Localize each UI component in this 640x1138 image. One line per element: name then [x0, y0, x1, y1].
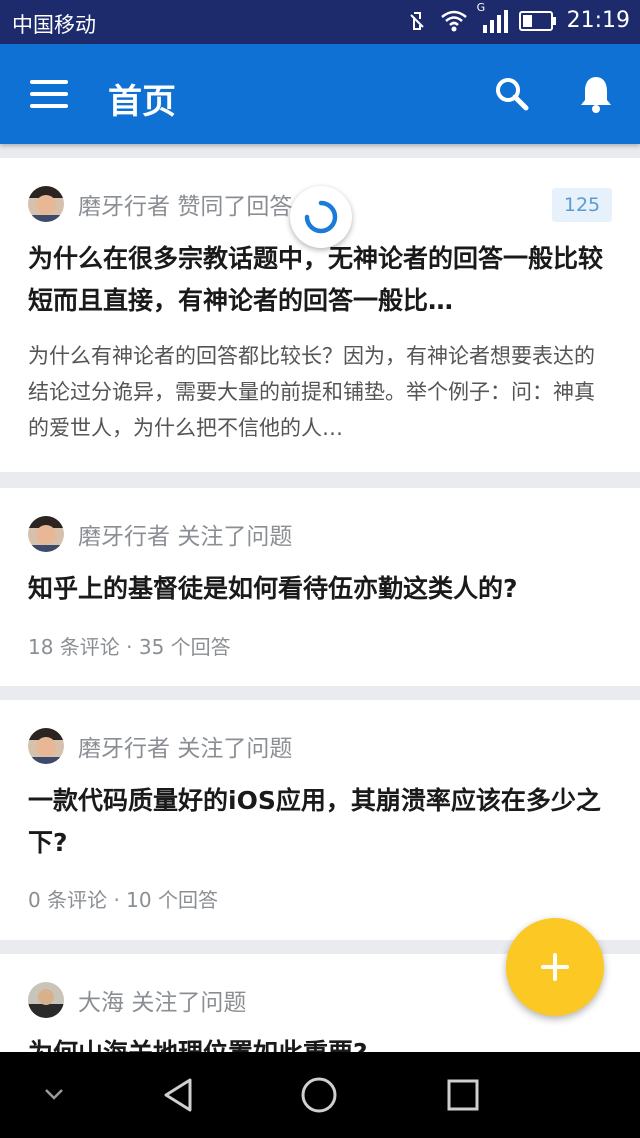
user-name[interactable]: 大海	[78, 990, 124, 1016]
activity-action: 关注了问题	[177, 736, 293, 762]
search-icon[interactable]	[494, 76, 530, 112]
activity-action: 关注了问题	[177, 524, 293, 550]
wifi-icon	[440, 10, 467, 31]
clock: 21:19	[566, 8, 630, 33]
compose-fab[interactable]	[506, 918, 604, 1016]
status-icons: G 21:19	[405, 1, 630, 33]
spinner-icon	[304, 200, 338, 234]
activity-text: 磨牙行者 关注了问题	[78, 517, 292, 551]
question-meta: 0 条评论 · 10 个回答	[28, 888, 218, 912]
back-triangle-icon[interactable]	[160, 1076, 196, 1114]
menu-icon[interactable]	[30, 80, 68, 108]
bell-icon[interactable]	[578, 74, 614, 114]
battery-icon	[518, 10, 556, 31]
avatar[interactable]	[28, 186, 64, 222]
user-name[interactable]: 磨牙行者	[78, 736, 170, 762]
activity-action: 关注了问题	[131, 990, 247, 1016]
plus-icon	[541, 953, 569, 981]
avatar[interactable]	[28, 516, 64, 552]
refresh-spinner	[290, 186, 352, 248]
vote-count-badge: 125	[552, 188, 612, 222]
question-title[interactable]: 一款代码质量好的iOS应用，其崩溃率应该在多少之下?	[28, 780, 612, 864]
question-meta: 18 条评论 · 35 个回答	[28, 635, 231, 659]
answer-excerpt[interactable]: 为什么有神论者的回答都比较长？因为，有神论者想要表达的结论过分诡异，需要大量的前…	[28, 338, 612, 446]
chevron-down-icon[interactable]	[40, 1084, 68, 1104]
activity-text: 磨牙行者 关注了问题	[78, 729, 292, 763]
user-name[interactable]: 磨牙行者	[78, 194, 170, 220]
recents-square-icon[interactable]	[446, 1078, 480, 1112]
question-title[interactable]: 为何山海关地理位置如此重要?	[28, 1032, 612, 1052]
question-title[interactable]: 知乎上的基督徒是如何看待伍亦勤这类人的?	[28, 568, 612, 610]
feed-card[interactable]: 磨牙行者 关注了问题 一款代码质量好的iOS应用，其崩溃率应该在多少之下? 0 …	[0, 700, 640, 940]
avatar[interactable]	[28, 728, 64, 764]
system-nav-bar	[0, 1052, 640, 1138]
page-title: 首页	[108, 82, 176, 122]
feed-card[interactable]: 磨牙行者 关注了问题 知乎上的基督徒是如何看待伍亦勤这类人的? 18 条评论 ·…	[0, 488, 640, 686]
status-bar: 中国移动 G 21:19	[0, 0, 640, 44]
app-bar: 首页	[0, 44, 640, 144]
card-header: 磨牙行者 关注了问题	[28, 516, 292, 552]
avatar[interactable]	[28, 982, 64, 1018]
question-title[interactable]: 为什么在很多宗教话题中，无神论者的回答一般比较短而且直接，有神论者的回答一般比…	[28, 238, 612, 322]
card-header: 磨牙行者 关注了问题	[28, 728, 292, 764]
activity-action: 赞同了回答	[177, 194, 293, 220]
home-circle-icon[interactable]	[300, 1076, 338, 1114]
user-name[interactable]: 磨牙行者	[78, 524, 170, 550]
card-header: 磨牙行者 赞同了回答	[28, 186, 292, 222]
activity-text: 磨牙行者 赞同了回答	[78, 187, 292, 221]
activity-text: 大海 关注了问题	[78, 983, 246, 1017]
vibrate-off-icon	[409, 11, 424, 30]
carrier-label: 中国移动	[12, 13, 96, 37]
card-header: 大海 关注了问题	[28, 982, 246, 1018]
signal-icon: G	[477, 1, 509, 33]
